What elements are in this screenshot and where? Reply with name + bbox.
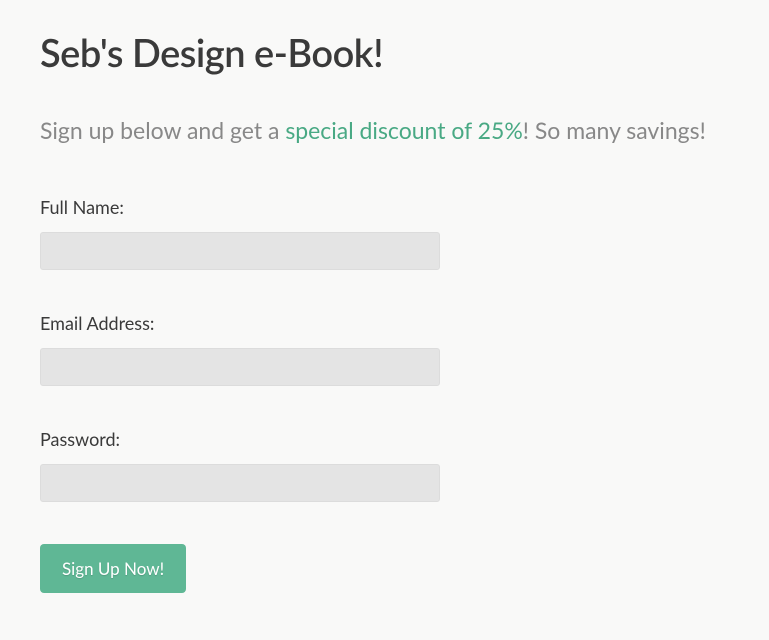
fullname-label: Full Name: [40,196,729,218]
signup-button[interactable]: Sign Up Now! [40,544,186,593]
email-input[interactable] [40,348,440,386]
fullname-input[interactable] [40,232,440,270]
subtitle-prefix: Sign up below and get a [40,116,285,144]
email-label: Email Address: [40,312,729,334]
password-group: Password: [40,428,729,502]
fullname-group: Full Name: [40,196,729,270]
page-subtitle: Sign up below and get a special discount… [40,114,729,146]
subtitle-highlight: special discount of 25% [285,116,522,144]
password-input[interactable] [40,464,440,502]
email-group: Email Address: [40,312,729,386]
page-title: Seb's Design e-Book! [40,30,729,76]
signup-form: Full Name: Email Address: Password: Sign… [40,196,729,593]
subtitle-suffix: ! So many savings! [523,116,706,144]
password-label: Password: [40,428,729,450]
